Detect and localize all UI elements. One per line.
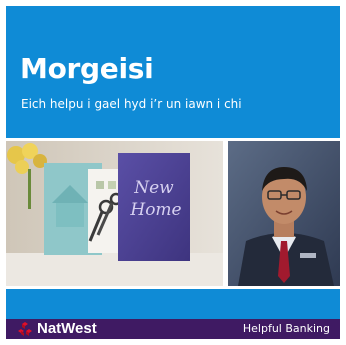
adviser-photo [228,141,340,286]
brand-name: NatWest [37,320,97,337]
mortgage-leaflet-cover: Morgeisi Eich helpu i gael hyd i’r un ia… [6,6,340,339]
page-subtitle: Eich helpu i gael hyd i’r un iawn i chi [21,97,242,111]
brand-tagline: Helpful Banking [242,322,330,335]
page-title: Morgeisi [20,52,154,85]
natwest-logo: NatWest [18,320,97,337]
house-keys-card-photo: New Home [6,141,223,286]
card-text-home: Home [129,200,181,220]
photo-band: New Home [6,138,340,289]
footer-bar: NatWest Helpful Banking [6,319,340,339]
natwest-cubes-icon [18,321,32,336]
card-text-new: New [133,178,174,198]
